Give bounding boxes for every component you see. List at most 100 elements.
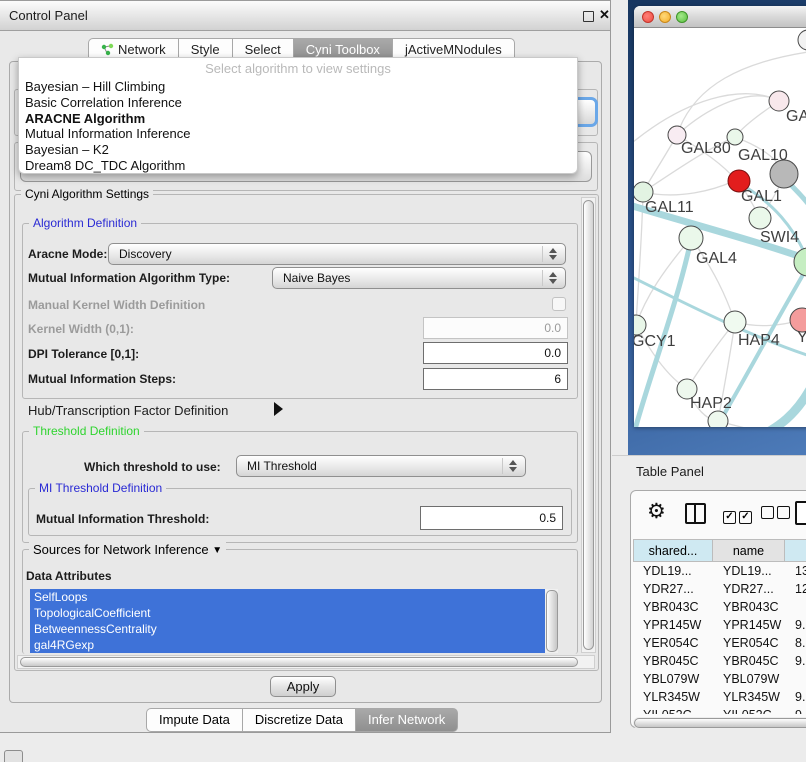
which-threshold-value: MI Threshold bbox=[237, 459, 317, 473]
network-canvas[interactable] bbox=[634, 28, 806, 427]
network-node[interactable] bbox=[798, 30, 806, 50]
table-row[interactable]: YDL19... YDL19... 13 bbox=[633, 562, 806, 580]
data-attributes-label: Data Attributes bbox=[26, 569, 112, 583]
network-tab-icon bbox=[101, 43, 114, 56]
mi-steps-field[interactable] bbox=[423, 368, 568, 390]
network-node-gcy1[interactable] bbox=[634, 315, 646, 335]
algorithm-option[interactable]: Mutual Information Inference bbox=[19, 126, 577, 142]
node-label: Y bbox=[797, 329, 806, 347]
network-node-hap4[interactable] bbox=[724, 311, 746, 333]
data-attributes-list: SelfLoops TopologicalCoefficient Between… bbox=[30, 589, 558, 653]
deselect-all-columns-icon[interactable] bbox=[761, 506, 793, 524]
algorithm-option[interactable]: Bayesian – K2 bbox=[19, 142, 577, 158]
node-label: HAP2 bbox=[690, 395, 732, 413]
tab-impute-data[interactable]: Impute Data bbox=[146, 708, 242, 732]
mi-type-value: Naive Bayes bbox=[273, 271, 350, 285]
hub-definition-toggle-label[interactable]: Hub/Transcription Factor Definition bbox=[28, 403, 228, 418]
algorithm-option-selected[interactable]: ARACNE Algorithm bbox=[19, 111, 577, 127]
dpi-tolerance-field[interactable] bbox=[423, 342, 568, 364]
new-table-icon[interactable] bbox=[795, 501, 806, 525]
table-settings-gear-icon[interactable]: ⚙ bbox=[647, 499, 666, 523]
mi-type-label: Mutual Information Algorithm Type: bbox=[28, 271, 230, 285]
select-all-columns-icon[interactable]: ✓✓ bbox=[723, 506, 755, 524]
column-header-partial[interactable] bbox=[785, 539, 806, 562]
algorithm-option[interactable]: Bayesian – Hill Climbing bbox=[19, 79, 577, 95]
network-view-window: GAL GAL80 GAL10 GAL1 GAL11 SWI4 GAL4 GCY… bbox=[634, 6, 806, 427]
table-horizontal-scrollbar[interactable] bbox=[633, 717, 806, 729]
show-columns-icon[interactable] bbox=[685, 503, 706, 524]
attribute-item-selected[interactable]: BetweennessCentrality bbox=[30, 621, 545, 637]
node-label: GAL1 bbox=[741, 188, 782, 206]
table-row[interactable]: YDR27... YDR27... 12 bbox=[633, 580, 806, 598]
column-header-name[interactable]: name bbox=[713, 539, 785, 562]
close-button[interactable] bbox=[642, 11, 654, 23]
aracne-mode-value: Discovery bbox=[109, 247, 172, 261]
node-label: GAL11 bbox=[645, 199, 694, 217]
table-panel-title: Table Panel bbox=[636, 464, 704, 479]
manual-kernel-label: Manual Kernel Width Definition bbox=[28, 298, 205, 312]
threshold-definition-title: Threshold Definition bbox=[29, 424, 144, 438]
algorithm-popup-placeholder: Select algorithm to view settings bbox=[19, 58, 577, 79]
attribute-item-selected[interactable]: SelfLoops bbox=[30, 589, 545, 605]
kernel-width-field bbox=[423, 317, 568, 339]
node-label: GCY1 bbox=[634, 333, 676, 351]
control-panel-window: Control Panel ✕ Network Style Select Cyn… bbox=[0, 0, 611, 733]
aracne-mode-label: Aracne Mode: bbox=[28, 247, 107, 261]
node-label: GAL bbox=[786, 108, 806, 126]
combo-arrows-icon bbox=[548, 247, 557, 261]
kernel-width-label: Kernel Width (0,1): bbox=[28, 322, 134, 336]
attribute-item-selected[interactable]: TopologicalCoefficient bbox=[30, 605, 545, 621]
manual-kernel-checkbox bbox=[552, 297, 566, 311]
network-node[interactable] bbox=[708, 411, 728, 427]
mi-threshold-label: Mutual Information Threshold: bbox=[36, 512, 209, 526]
combo-arrows-icon bbox=[548, 271, 557, 285]
network-node[interactable] bbox=[749, 207, 771, 229]
panel-title: Control Panel bbox=[9, 8, 88, 23]
tab-infer-network[interactable]: Infer Network bbox=[355, 708, 458, 732]
node-label: GAL10 bbox=[738, 147, 788, 165]
node-label: GAL80 bbox=[681, 140, 731, 158]
network-node-gal4[interactable] bbox=[679, 226, 703, 250]
expanded-arrow-icon[interactable]: ▼ bbox=[212, 545, 222, 556]
close-panel-icon[interactable]: ✕ bbox=[599, 7, 610, 23]
cyni-algorithm-settings-title: Cyni Algorithm Settings bbox=[21, 187, 153, 201]
network-graph[interactable] bbox=[634, 28, 806, 427]
table-row[interactable]: YLR345W YLR345W 9. bbox=[633, 688, 806, 706]
collapsed-arrow-icon[interactable] bbox=[274, 402, 283, 416]
mi-type-combobox[interactable]: Naive Bayes bbox=[272, 267, 566, 289]
apply-button[interactable]: Apply bbox=[270, 676, 336, 697]
node-label: HAP4 bbox=[738, 332, 780, 350]
table-header-row: shared... name bbox=[633, 539, 806, 562]
aracne-mode-combobox[interactable]: Discovery bbox=[108, 243, 566, 265]
which-threshold-label: Which threshold to use: bbox=[84, 460, 221, 474]
network-window-titlebar bbox=[634, 6, 806, 28]
column-header-shared-name[interactable]: shared... bbox=[633, 539, 713, 562]
attribute-item-selected[interactable]: gal4RGexp bbox=[30, 637, 545, 653]
table-body: YDL19... YDL19... 13 YDR27... YDR27... 1… bbox=[633, 562, 806, 714]
float-panel-icon[interactable] bbox=[583, 11, 594, 22]
mi-threshold-definition-title: MI Threshold Definition bbox=[35, 481, 166, 495]
settings-vertical-scrollbar[interactable] bbox=[581, 197, 596, 653]
which-threshold-combobox[interactable]: MI Threshold bbox=[236, 455, 526, 477]
tab-network-label: Network bbox=[118, 42, 166, 57]
node-label: GAL4 bbox=[696, 250, 737, 268]
cyni-bottom-tabbar: Impute Data Discretize Data Infer Networ… bbox=[146, 708, 458, 732]
table-row[interactable]: YBR043C YBR043C bbox=[633, 598, 806, 616]
node-label: SWI4 bbox=[760, 229, 799, 247]
algorithm-option[interactable]: Basic Correlation Inference bbox=[19, 95, 577, 111]
attributes-scrollbar[interactable] bbox=[545, 589, 558, 653]
mi-threshold-field[interactable] bbox=[420, 506, 563, 530]
minimize-button[interactable] bbox=[659, 11, 671, 23]
table-row[interactable]: YIL052C YIL052C 9. bbox=[633, 706, 806, 714]
combo-arrows-icon bbox=[508, 459, 517, 473]
table-row[interactable]: YBL079W YBL079W bbox=[633, 670, 806, 688]
table-row[interactable]: YER054C YER054C 8. bbox=[633, 634, 806, 652]
algorithm-option[interactable]: Dream8 DC_TDC Algorithm bbox=[19, 158, 577, 174]
zoom-button[interactable] bbox=[676, 11, 688, 23]
minimized-panel-icon[interactable] bbox=[4, 750, 23, 762]
table-row[interactable]: YPR145W YPR145W 9. bbox=[633, 616, 806, 634]
tab-discretize-data[interactable]: Discretize Data bbox=[242, 708, 355, 732]
table-row[interactable]: YBR045C YBR045C 9. bbox=[633, 652, 806, 670]
settings-horizontal-scrollbar[interactable] bbox=[17, 655, 595, 669]
table-panel-separator bbox=[612, 455, 806, 456]
